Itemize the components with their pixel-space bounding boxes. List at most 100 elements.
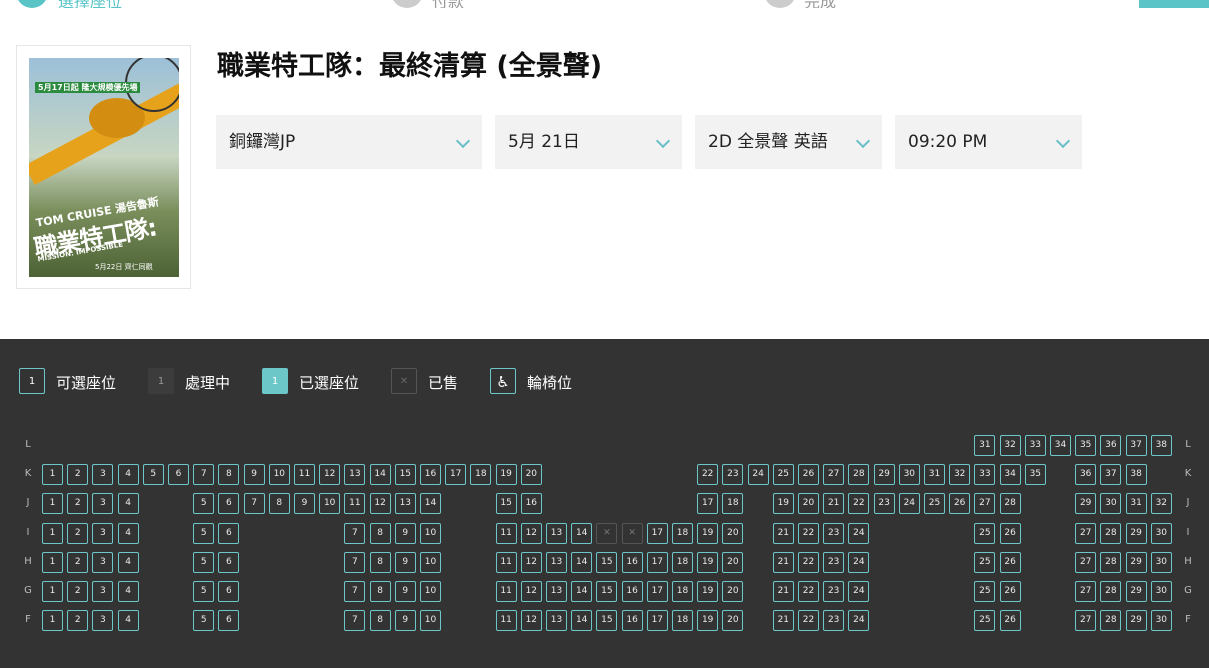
seat-F-6[interactable]: 6	[218, 610, 240, 632]
seat-K-28[interactable]: 28	[848, 464, 870, 486]
seat-K-20[interactable]: 20	[520, 464, 542, 486]
seat-F-25[interactable]: 25	[974, 610, 996, 632]
seat-I-19[interactable]: 19	[697, 522, 719, 544]
seat-G-26[interactable]: 26	[999, 581, 1021, 602]
seat-H-30[interactable]: 30	[1150, 551, 1172, 573]
seat-H-19[interactable]: 19	[697, 551, 719, 573]
seat-F-18[interactable]: 18	[672, 610, 693, 632]
seat-G-10[interactable]: 10	[420, 581, 441, 602]
seat-G-21[interactable]: 21	[772, 581, 794, 602]
seat-I-6[interactable]: 6	[218, 522, 240, 544]
seat-J-25[interactable]: 25	[924, 493, 945, 515]
seat-H-15[interactable]: 15	[596, 551, 618, 573]
seat-J-26[interactable]: 26	[949, 493, 971, 515]
seat-H-4[interactable]: 4	[117, 551, 139, 573]
seat-I-12[interactable]: 12	[520, 522, 542, 544]
seat-K-18[interactable]: 18	[470, 464, 492, 486]
seat-H-22[interactable]: 22	[798, 551, 819, 573]
seat-K-29[interactable]: 29	[873, 464, 895, 486]
seat-J-29[interactable]: 29	[1075, 493, 1097, 515]
seat-K-7[interactable]: 7	[193, 464, 215, 486]
seat-K-2[interactable]: 2	[67, 464, 89, 486]
seat-K-11[interactable]: 11	[294, 464, 315, 486]
seat-F-24[interactable]: 24	[848, 610, 870, 632]
seat-I-24[interactable]: 24	[848, 522, 870, 544]
seat-F-9[interactable]: 9	[394, 610, 416, 632]
seat-I-25[interactable]: 25	[974, 522, 996, 544]
seat-K-12[interactable]: 12	[319, 464, 341, 486]
seat-J-21[interactable]: 21	[823, 493, 845, 515]
seat-J-8[interactable]: 8	[268, 493, 290, 515]
seat-J-23[interactable]: 23	[873, 493, 895, 515]
seat-I-29[interactable]: 29	[1125, 522, 1147, 544]
seat-H-14[interactable]: 14	[571, 551, 593, 573]
seat-G-12[interactable]: 12	[520, 581, 542, 602]
seat-G-5[interactable]: 5	[193, 581, 215, 602]
seat-J-28[interactable]: 28	[999, 493, 1021, 515]
seat-J-19[interactable]: 19	[772, 493, 794, 515]
seat-J-24[interactable]: 24	[898, 493, 920, 515]
seat-L-38[interactable]: 38	[1150, 435, 1172, 456]
seat-I-26[interactable]: 26	[999, 522, 1021, 544]
seat-K-23[interactable]: 23	[722, 464, 744, 486]
seat-F-30[interactable]: 30	[1150, 610, 1172, 632]
seat-L-32[interactable]: 32	[999, 435, 1021, 456]
seat-H-16[interactable]: 16	[621, 551, 643, 573]
seat-I-10[interactable]: 10	[420, 522, 441, 544]
seat-F-5[interactable]: 5	[193, 610, 215, 632]
seat-F-11[interactable]: 11	[495, 610, 517, 632]
seat-H-3[interactable]: 3	[92, 551, 114, 573]
seat-K-35[interactable]: 35	[1024, 464, 1046, 486]
seat-I-20[interactable]: 20	[722, 522, 744, 544]
seat-H-21[interactable]: 21	[772, 551, 794, 573]
seat-H-26[interactable]: 26	[999, 551, 1021, 573]
seat-H-23[interactable]: 23	[823, 551, 845, 573]
seat-J-16[interactable]: 16	[520, 493, 542, 515]
seat-J-9[interactable]: 9	[294, 493, 315, 515]
seat-K-10[interactable]: 10	[268, 464, 290, 486]
seat-J-7[interactable]: 7	[243, 493, 265, 515]
seat-G-11[interactable]: 11	[495, 581, 517, 602]
seat-F-7[interactable]: 7	[344, 610, 366, 632]
seat-G-27[interactable]: 27	[1075, 581, 1097, 602]
seat-G-14[interactable]: 14	[571, 581, 593, 602]
seat-J-1[interactable]: 1	[42, 493, 63, 515]
seat-K-1[interactable]: 1	[42, 464, 63, 486]
seat-I-8[interactable]: 8	[369, 522, 391, 544]
seat-J-10[interactable]: 10	[319, 493, 341, 515]
seat-K-13[interactable]: 13	[344, 464, 366, 486]
seat-J-13[interactable]: 13	[394, 493, 416, 515]
seat-G-24[interactable]: 24	[848, 581, 870, 602]
seat-F-29[interactable]: 29	[1125, 610, 1147, 632]
seat-G-1[interactable]: 1	[42, 581, 63, 602]
seat-H-28[interactable]: 28	[1100, 551, 1122, 573]
seat-J-3[interactable]: 3	[92, 493, 114, 515]
seat-G-30[interactable]: 30	[1150, 581, 1172, 602]
seat-H-2[interactable]: 2	[67, 551, 89, 573]
seat-F-3[interactable]: 3	[92, 610, 114, 632]
seat-G-23[interactable]: 23	[823, 581, 845, 602]
seat-J-17[interactable]: 17	[697, 493, 719, 515]
seat-I-27[interactable]: 27	[1075, 522, 1097, 544]
seat-H-9[interactable]: 9	[394, 551, 416, 573]
seat-H-8[interactable]: 8	[369, 551, 391, 573]
seat-J-14[interactable]: 14	[420, 493, 441, 515]
seat-L-33[interactable]: 33	[1024, 435, 1046, 456]
seat-G-2[interactable]: 2	[67, 581, 89, 602]
seat-G-4[interactable]: 4	[117, 581, 139, 602]
seat-F-27[interactable]: 27	[1075, 610, 1097, 632]
seat-K-6[interactable]: 6	[168, 464, 189, 486]
seat-K-19[interactable]: 19	[495, 464, 517, 486]
seat-H-20[interactable]: 20	[722, 551, 744, 573]
seat-G-20[interactable]: 20	[722, 581, 744, 602]
seat-G-7[interactable]: 7	[344, 581, 366, 602]
seat-K-36[interactable]: 36	[1075, 464, 1097, 486]
seat-I-5[interactable]: 5	[193, 522, 215, 544]
seat-F-12[interactable]: 12	[520, 610, 542, 632]
seat-K-22[interactable]: 22	[697, 464, 719, 486]
seat-L-37[interactable]: 37	[1125, 435, 1147, 456]
seat-F-10[interactable]: 10	[420, 610, 441, 632]
seat-I-9[interactable]: 9	[394, 522, 416, 544]
seat-G-19[interactable]: 19	[697, 581, 719, 602]
seat-F-15[interactable]: 15	[596, 610, 618, 632]
